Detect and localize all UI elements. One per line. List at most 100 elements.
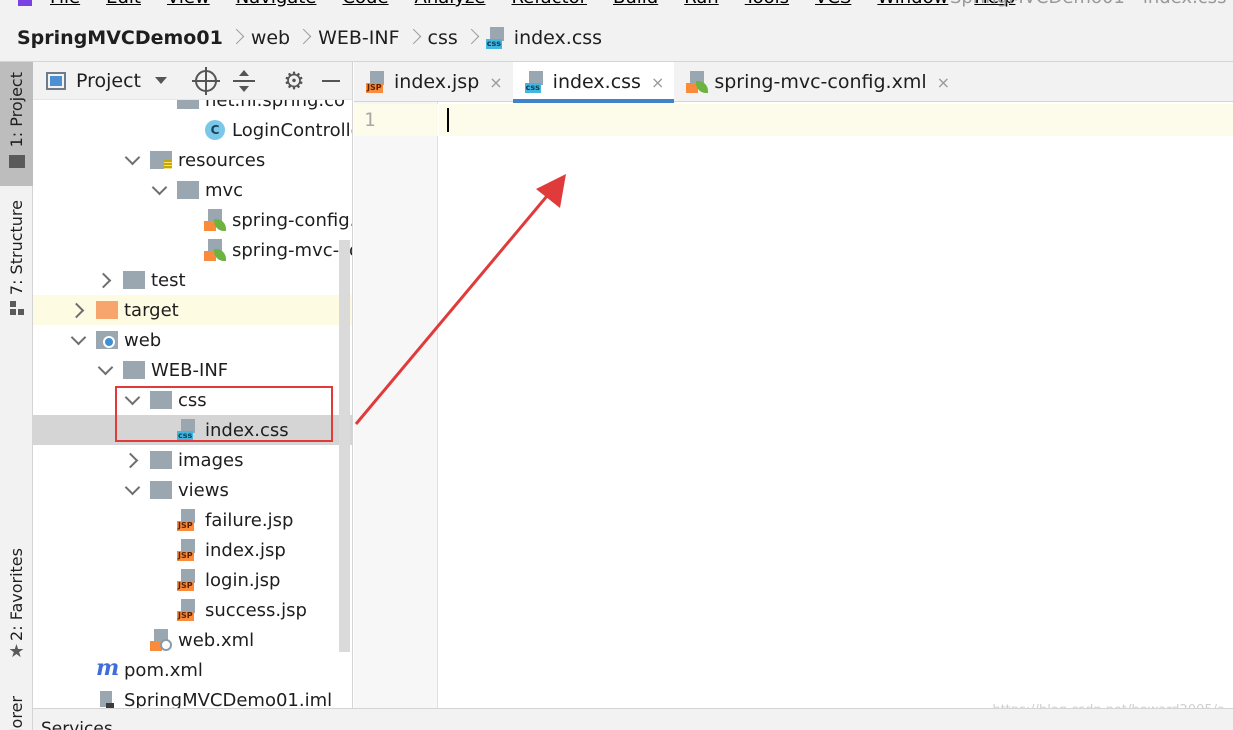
menu-item-code[interactable]: Code — [342, 0, 388, 8]
line-number: 1 — [364, 109, 376, 131]
tree-item[interactable]: spring-mvc-co — [33, 235, 352, 265]
tree-item[interactable]: JSP success.jsp — [33, 595, 352, 625]
highlight-box — [115, 386, 333, 442]
folder-icon — [96, 301, 118, 319]
jsp-file-icon: JSP — [177, 569, 199, 591]
chevron-down-icon[interactable] — [68, 329, 90, 351]
menu-item-view[interactable]: View — [167, 0, 210, 8]
editor-area: JSP index.jsp × css index.css × spring-mvc-con… — [354, 62, 1233, 730]
tool-tab-explorer[interactable]: lorer — [0, 690, 33, 730]
close-icon[interactable]: × — [937, 73, 950, 92]
tool-tab-favorites-label: 2: Favorites — [7, 548, 26, 641]
tree-item[interactable]: test — [33, 265, 352, 295]
breadcrumb-item[interactable]: web — [251, 27, 290, 49]
java-class-icon: C — [204, 119, 226, 141]
tool-tab-favorites[interactable]: 2: Favorites ★ — [0, 548, 33, 668]
tree-item[interactable]: target — [33, 295, 352, 325]
spring-xml-icon — [204, 209, 226, 231]
menu-item-refactor[interactable]: Refactor — [511, 0, 587, 8]
editor-tab[interactable]: JSP index.jsp × — [354, 62, 513, 102]
menu-item-edit[interactable]: Edit — [106, 0, 141, 8]
menu-bar: File Edit View Navigate Code Analyze Refactor B… — [0, 0, 1233, 14]
code-editor[interactable] — [439, 136, 1233, 730]
tree-item[interactable]: resources — [33, 145, 352, 175]
editor-gutter — [354, 102, 438, 730]
menu-item-run[interactable]: Run — [684, 0, 719, 8]
breadcrumb-item[interactable]: css index.css — [485, 26, 602, 49]
tree-item[interactable]: C LoginControlle — [33, 115, 352, 145]
tree-item-label: login.jsp — [205, 569, 281, 591]
chevron-down-icon[interactable] — [122, 149, 144, 171]
menu-item-analyze[interactable]: Analyze — [415, 0, 486, 8]
tree-item[interactable]: views — [33, 475, 352, 505]
folder-icon — [123, 271, 145, 289]
tree-item[interactable]: web.xml — [33, 625, 352, 655]
breadcrumb-separator-icon — [466, 26, 475, 50]
bottom-tool-strip: Services — [33, 708, 1233, 730]
menu-item-vcs[interactable]: VCS — [815, 0, 851, 8]
chevron-down-icon[interactable] — [122, 479, 144, 501]
tree-item-label: failure.jsp — [205, 509, 294, 531]
tree-item[interactable]: WEB-INF — [33, 355, 352, 385]
star-icon: ★ — [8, 640, 25, 662]
jsp-tag: JSP — [177, 551, 194, 561]
jsp-file-icon: JSP — [177, 599, 199, 621]
current-line-highlight — [439, 104, 1233, 136]
chevron-right-icon[interactable] — [122, 449, 144, 471]
chevron-down-icon[interactable] — [155, 77, 168, 84]
chevron-down-icon[interactable] — [95, 359, 117, 381]
breadcrumb-label: WEB-INF — [318, 26, 400, 49]
menu-item-navigate[interactable]: Navigate — [236, 0, 317, 8]
tool-tab-project[interactable]: 1: Project — [0, 62, 33, 186]
chevron-down-icon[interactable] — [149, 179, 171, 201]
tree-item-label: success.jsp — [205, 599, 307, 621]
tree-item[interactable]: web — [33, 325, 352, 355]
jsp-file-icon: JSP — [366, 71, 388, 93]
tree-item[interactable]: images — [33, 445, 352, 475]
tree-item-label: mvc — [205, 179, 244, 201]
tree-item-label: test — [151, 269, 186, 291]
services-tab[interactable]: Services — [41, 719, 113, 730]
menu-item-file[interactable]: File — [50, 0, 80, 8]
css-file-icon: css — [524, 71, 547, 93]
gear-icon[interactable]: ⚙ — [283, 69, 305, 93]
menu-item-build[interactable]: Build — [613, 0, 658, 8]
locate-file-icon[interactable] — [192, 67, 220, 95]
breadcrumb-separator-icon — [298, 26, 307, 50]
tree-item-label: index.jsp — [205, 539, 286, 561]
breadcrumb-item[interactable]: css — [428, 27, 458, 49]
tree-item[interactable]: JSP login.jsp — [33, 565, 352, 595]
tree-item-label: images — [178, 449, 244, 471]
project-view-icon — [46, 71, 66, 90]
tree-item[interactable]: m pom.xml — [33, 655, 352, 685]
editor-tab[interactable]: spring-mvc-config.xml × — [674, 62, 960, 102]
tree-item-label: spring-config. — [232, 209, 353, 231]
menu-item-window[interactable]: Window — [877, 0, 948, 8]
project-panel-header: Project ⚙ — [33, 62, 352, 100]
tree-item-label: views — [178, 479, 229, 501]
left-tool-strip: 1: Project 7: Structure 2: Favorites ★ — [0, 62, 33, 730]
editor-tab[interactable]: css index.css × — [512, 62, 675, 103]
tree-scrollbar[interactable] — [339, 240, 350, 652]
close-icon[interactable]: × — [651, 73, 664, 92]
tree-item-label: web.xml — [178, 629, 255, 651]
tree-item[interactable]: JSP failure.jsp — [33, 505, 352, 535]
tree-item[interactable]: JSP index.jsp — [33, 535, 352, 565]
tool-tab-project-label: 1: Project — [7, 72, 26, 148]
app-logo-icon — [18, 0, 32, 6]
close-icon[interactable]: × — [489, 73, 502, 92]
collapse-all-icon[interactable] — [233, 70, 255, 92]
breadcrumb: SpringMVCDemo01 web WEB-INF css css index.css — [0, 14, 1233, 62]
breadcrumb-item[interactable]: WEB-INF — [318, 27, 399, 49]
tool-tab-structure[interactable]: 7: Structure — [0, 200, 33, 320]
project-view-selector[interactable]: Project — [76, 70, 141, 92]
breadcrumb-item[interactable]: SpringMVCDemo01 — [17, 27, 223, 49]
folder-icon — [150, 151, 172, 169]
chevron-right-icon[interactable] — [68, 299, 90, 321]
chevron-right-icon[interactable] — [95, 269, 117, 291]
folder-icon — [150, 451, 172, 469]
tree-item[interactable]: spring-config. — [33, 205, 353, 235]
tree-item[interactable]: mvc — [33, 175, 352, 205]
menu-item-tools[interactable]: Tools — [745, 0, 789, 8]
hide-panel-icon[interactable] — [320, 70, 342, 92]
